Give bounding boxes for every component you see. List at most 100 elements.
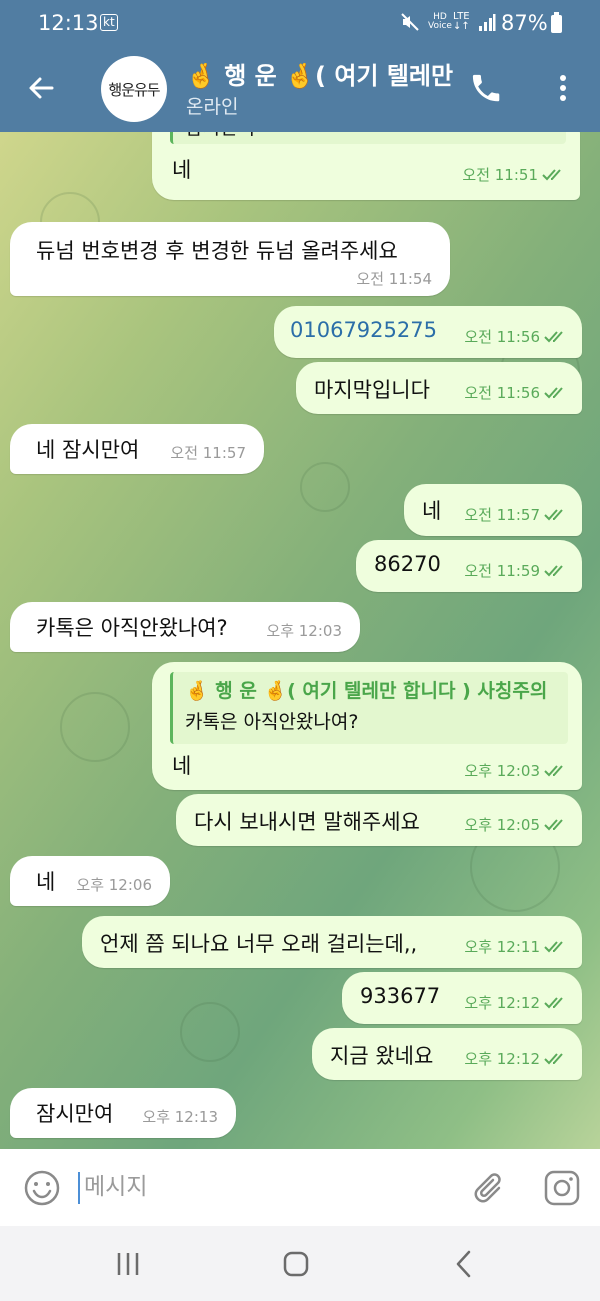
double-check-icon bbox=[544, 1052, 563, 1064]
emoji-button[interactable] bbox=[22, 1168, 62, 1208]
message-meta: 오후 12:03 bbox=[266, 620, 342, 641]
message-meta: 오후 12:06 bbox=[76, 874, 152, 895]
arrow-left-icon bbox=[29, 77, 54, 99]
message-meta: 오후 12:12 bbox=[464, 992, 570, 1013]
message-bubble-outgoing[interactable]: 마지막입니다 오전 11:56 bbox=[296, 362, 582, 414]
hd-voice-indicator: HD Voice bbox=[428, 12, 452, 31]
double-check-icon bbox=[544, 330, 563, 342]
message-bubble-outgoing[interactable]: 다시 보내시면 말해주세요 오후 12:05 bbox=[176, 794, 582, 846]
message-meta: 오전 11:57 bbox=[170, 442, 246, 463]
background-doodle bbox=[180, 1002, 240, 1062]
message-bubble-incoming[interactable]: 네 오후 12:06 bbox=[10, 856, 170, 906]
reply-quote-sender: 🤞 행 운 🤞( 여기 텔레만 합니다 ) 사칭주의 bbox=[185, 680, 548, 702]
phone-number-link[interactable]: 01067925275 bbox=[290, 318, 437, 342]
message-bubble-outgoing[interactable]: 86270 오전 11:59 bbox=[356, 540, 582, 592]
reply-quote[interactable]: 잠시만여 bbox=[170, 132, 566, 144]
battery-percent: 87% bbox=[501, 11, 548, 35]
message-bubble-incoming[interactable]: 네 잠시만여 오전 11:57 bbox=[10, 424, 264, 474]
message-bubble-outgoing[interactable]: 잠시만여 네 오전 11:51 bbox=[152, 132, 580, 200]
message-text: 카톡은 아직안왔나여? bbox=[36, 616, 228, 640]
message-text: 마지막입니다 bbox=[314, 378, 430, 402]
instagram-camera-icon bbox=[544, 1170, 580, 1206]
double-check-icon bbox=[544, 996, 563, 1008]
call-button[interactable] bbox=[466, 68, 506, 108]
reply-quote-text: 잠시만여 bbox=[185, 132, 566, 140]
message-bubble-outgoing[interactable]: 🤞 행 운 🤞( 여기 텔레만 합니다 ) 사칭주의 카톡은 아직안왔나여? 네… bbox=[152, 662, 582, 790]
message-time: 오후 12:13 bbox=[142, 1108, 218, 1126]
camera-button[interactable] bbox=[542, 1168, 582, 1208]
message-meta: 오전 11:57 bbox=[464, 504, 570, 525]
paperclip-icon bbox=[474, 1173, 501, 1203]
message-meta: 오전 11:56 bbox=[464, 326, 570, 347]
status-bar: 12:13 kt HD Voice LTE ↓↑ 87% bbox=[0, 0, 600, 46]
nav-back-icon bbox=[456, 1250, 471, 1278]
message-meta: 오전 11:59 bbox=[464, 560, 570, 581]
message-meta: 오전 11:51 bbox=[462, 164, 568, 185]
home-icon bbox=[283, 1251, 309, 1277]
message-text: 네 잠시만여 bbox=[36, 438, 140, 462]
message-text: 언제 쯤 되나요 너무 오래 걸리는데,, bbox=[100, 932, 418, 956]
message-meta: 오후 12:12 bbox=[464, 1048, 570, 1069]
double-check-icon bbox=[544, 940, 563, 952]
attach-button[interactable] bbox=[468, 1168, 508, 1208]
message-text: 듀넘 번호변경 후 변경한 듀넘 올려주세요 bbox=[36, 239, 398, 263]
text-cursor bbox=[78, 1172, 80, 1204]
home-button[interactable] bbox=[276, 1244, 316, 1284]
avatar[interactable]: 행운유두 bbox=[101, 56, 167, 122]
double-check-icon bbox=[544, 764, 563, 776]
message-bubble-outgoing[interactable]: 언제 쯤 되나요 너무 오래 걸리는데,, 오후 12:11 bbox=[82, 916, 582, 968]
message-time: 오전 11:59 bbox=[464, 562, 540, 580]
message-list[interactable]: 잠시만여 네 오전 11:51 듀넘 번호변경 후 변경한 듀넘 올려주세요 오… bbox=[0, 132, 600, 1149]
background-doodle bbox=[60, 692, 130, 762]
message-time: 오후 12:12 bbox=[464, 994, 540, 1012]
message-text: 933677 bbox=[360, 984, 441, 1008]
battery-icon bbox=[551, 12, 562, 33]
message-time: 오전 11:56 bbox=[464, 384, 540, 402]
reply-quote-text: 카톡은 아직안왔나여? bbox=[185, 711, 359, 733]
double-check-icon bbox=[544, 564, 563, 576]
recent-apps-button[interactable] bbox=[108, 1244, 148, 1284]
message-meta: 오후 12:13 bbox=[142, 1106, 218, 1127]
double-check-icon bbox=[544, 386, 563, 398]
message-meta: 오후 12:03 bbox=[464, 760, 570, 781]
mute-icon bbox=[400, 12, 420, 37]
message-bubble-incoming[interactable]: 듀넘 번호변경 후 변경한 듀넘 올려주세요 오전 11:54 bbox=[10, 222, 450, 296]
system-navigation-bar bbox=[0, 1226, 600, 1301]
recent-apps-icon bbox=[117, 1253, 139, 1275]
message-bubble-outgoing[interactable]: 01067925275 오전 11:56 bbox=[274, 306, 582, 358]
message-time: 오후 12:12 bbox=[464, 1050, 540, 1068]
status-time: 12:13 bbox=[38, 11, 99, 35]
back-button[interactable] bbox=[22, 68, 62, 108]
message-input[interactable] bbox=[84, 1165, 444, 1209]
message-bubble-outgoing[interactable]: 933677 오후 12:12 bbox=[342, 972, 582, 1024]
lte-indicator: LTE ↓↑ bbox=[453, 11, 470, 32]
message-meta: 오전 11:54 bbox=[356, 268, 432, 289]
double-check-icon bbox=[544, 818, 563, 830]
message-time: 오전 11:51 bbox=[462, 166, 538, 184]
message-bubble-outgoing[interactable]: 지금 왔네요 오후 12:12 bbox=[312, 1028, 582, 1080]
chat-title[interactable]: 🤞 행 운 🤞( 여기 텔레만 합니다 ) 사칭주의 bbox=[186, 56, 456, 91]
signal-icon bbox=[478, 13, 496, 37]
message-text: 지금 왔네요 bbox=[330, 1044, 434, 1068]
more-options-button[interactable] bbox=[548, 68, 578, 108]
message-time: 오후 12:11 bbox=[464, 938, 540, 956]
message-time: 오후 12:06 bbox=[76, 876, 152, 894]
reply-quote[interactable]: 🤞 행 운 🤞( 여기 텔레만 합니다 ) 사칭주의 카톡은 아직안왔나여? bbox=[170, 672, 568, 744]
message-time: 오전 11:57 bbox=[170, 444, 246, 462]
message-time: 오전 11:57 bbox=[464, 506, 540, 524]
message-time: 오후 12:03 bbox=[266, 622, 342, 640]
more-vertical-icon bbox=[560, 75, 566, 101]
message-time: 오후 12:03 bbox=[464, 762, 540, 780]
message-bubble-incoming[interactable]: 잠시만여 오후 12:13 bbox=[10, 1088, 236, 1138]
message-time: 오후 12:05 bbox=[464, 816, 540, 834]
message-bubble-outgoing[interactable]: 네 오전 11:57 bbox=[404, 484, 582, 536]
nav-back-button[interactable] bbox=[444, 1244, 484, 1284]
message-text: 86270 bbox=[374, 552, 441, 576]
message-text: 다시 보내시면 말해주세요 bbox=[194, 810, 420, 834]
message-bubble-incoming[interactable]: 카톡은 아직안왔나여? 오후 12:03 bbox=[10, 602, 360, 652]
message-text: 잠시만여 bbox=[36, 1102, 114, 1126]
message-time: 오전 11:54 bbox=[356, 270, 432, 288]
message-meta: 오전 11:56 bbox=[464, 382, 570, 403]
message-meta: 오후 12:05 bbox=[464, 814, 570, 835]
message-text: 네 bbox=[422, 499, 442, 523]
